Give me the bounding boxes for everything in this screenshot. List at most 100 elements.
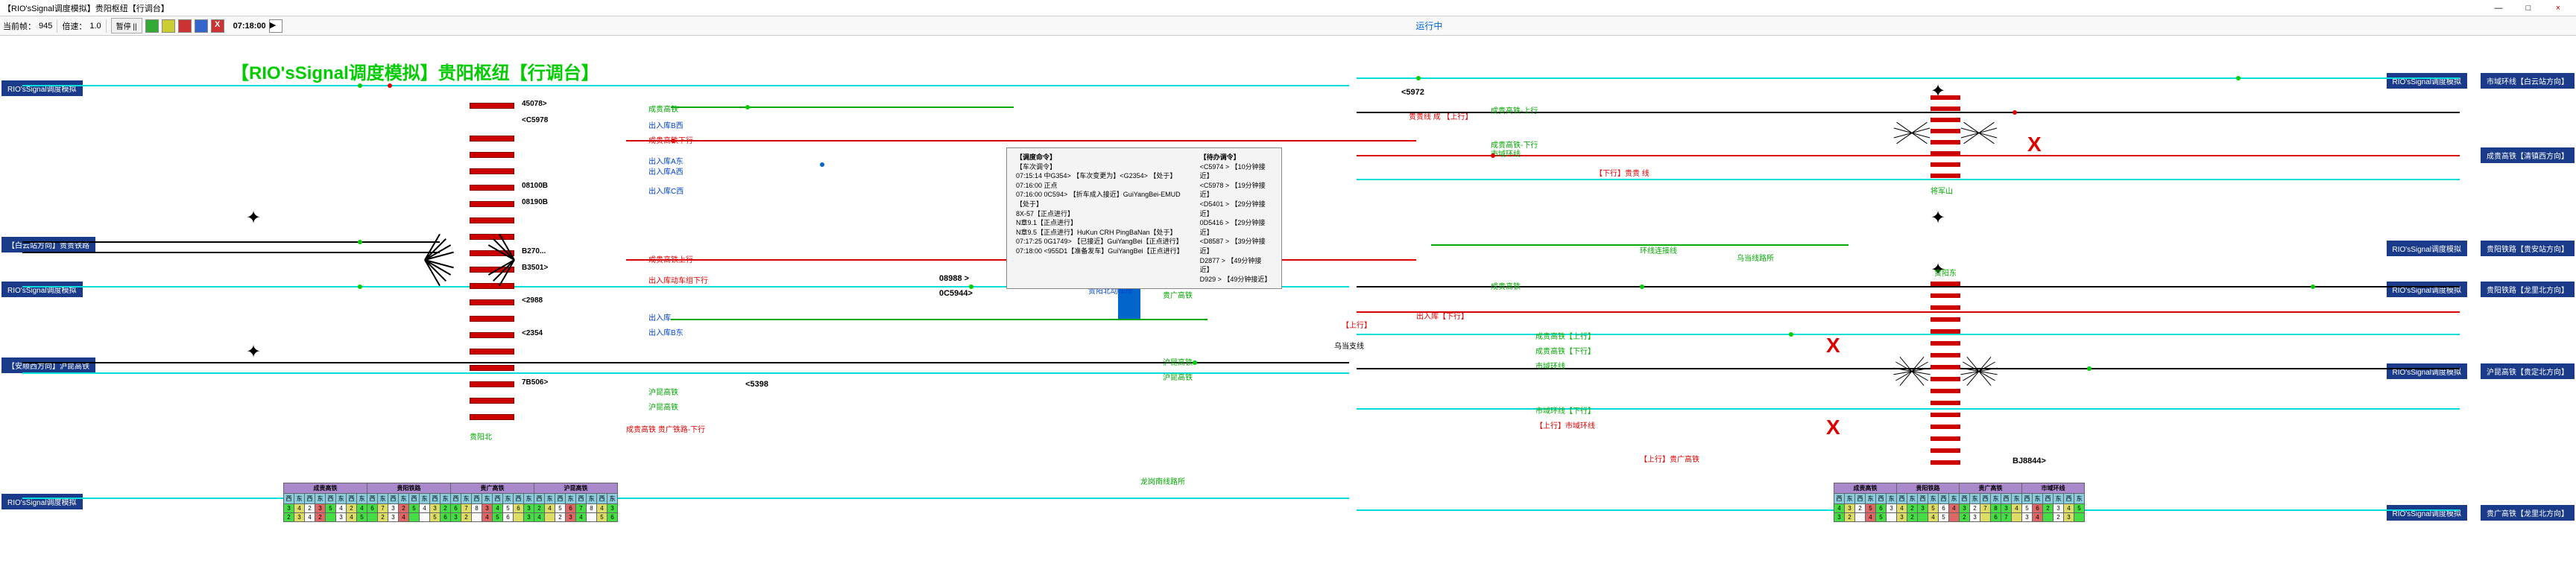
tool-red-icon[interactable]: X — [211, 19, 224, 33]
occ-cell: 7 — [576, 504, 587, 513]
signal-dot[interactable] — [358, 83, 362, 88]
signal-dot[interactable] — [1640, 285, 1644, 289]
occupancy-table-gyb[interactable]: 成贵高铁贵阳铁路贵广高铁沪昆高铁 西东西东西东西东西东西东西东西东西东西东西东西… — [283, 483, 618, 522]
track-label: 【上行】市域环线 — [1535, 419, 1595, 430]
track-label: 沪昆高铁 — [648, 401, 678, 412]
compass-icon — [246, 341, 268, 363]
occ-cell: 5 — [409, 504, 420, 513]
edge-box[interactable]: 市域环线【白云站方向】 — [2481, 73, 2575, 89]
signal-dot[interactable] — [2087, 366, 2092, 371]
status-link[interactable]: 运行中 — [285, 19, 2573, 32]
window-maximize-button[interactable]: □ — [2513, 1, 2543, 16]
window-close-button[interactable]: × — [2543, 1, 2573, 16]
edge-box[interactable]: RIO'sSignal调度模拟 — [1, 494, 83, 509]
occ-cell: 2 — [305, 504, 315, 513]
station-name-label: 贵阳东 — [1934, 267, 1957, 278]
signal-dot[interactable] — [969, 285, 973, 289]
edge-box[interactable]: 贵阳铁路【龙里北方向】 — [2481, 282, 2575, 297]
track-line — [22, 372, 1349, 374]
edge-box[interactable]: RIO'sSignal调度模拟 — [2387, 282, 2468, 297]
junction-jiangjunshan[interactable] — [1893, 80, 1998, 200]
edge-box[interactable]: RIO'sSignal调度模拟 — [1, 80, 83, 96]
signal-dot[interactable] — [358, 285, 362, 289]
signal-blue-icon[interactable] — [195, 19, 208, 33]
frame-label: 当前帧： — [3, 20, 36, 32]
edge-box[interactable]: RIO'sSignal调度模拟 — [1, 282, 83, 297]
edge-box[interactable]: 沪昆高铁【贵定北方向】 — [2481, 363, 2575, 379]
pause-button[interactable]: 暂停 || — [111, 18, 142, 34]
edge-box[interactable]: 贵阳铁路【贵安站方向】 — [2481, 241, 2575, 256]
signal-dot[interactable] — [358, 240, 362, 244]
occ-cell — [472, 513, 482, 522]
panel-line: D929 > 【49分钟接近】 — [1200, 276, 1272, 283]
station-throat-guiyangdong[interactable] — [1893, 274, 1998, 483]
occ-cell: 3 — [451, 513, 461, 522]
occ-cell: 3 — [2053, 504, 2064, 513]
train-label: <5398 — [745, 380, 768, 389]
edge-box[interactable]: RIO'sSignal调度模拟 — [2387, 73, 2468, 89]
toolbar-separator — [106, 19, 107, 33]
signal-dot[interactable] — [1193, 360, 1197, 365]
edge-box[interactable]: RIO'sSignal调度模拟 — [2387, 363, 2468, 379]
signal-dot[interactable] — [388, 83, 392, 88]
toolbar: 当前帧： 945 倍速： 1.0 暂停 || X 07:18:00 ▶ 运行中 — [0, 16, 2576, 36]
station-throat-guiyangbei[interactable]: 45078> <C5978 08100B 08190B B270... B350… — [425, 103, 559, 416]
edge-box[interactable]: 成贵高铁【清镇西方向】 — [2481, 147, 2575, 163]
signal-yellow-icon[interactable] — [162, 19, 175, 33]
window-title: 【RIO'sSignal调度模拟】贵阳枢纽【行调台】 — [3, 2, 2484, 14]
occ-cell: 2 — [1855, 504, 1866, 513]
track-label: 市域环线 — [1491, 147, 1521, 159]
edge-box[interactable]: RIO'sSignal调度模拟 — [2387, 505, 2468, 521]
track-line — [22, 498, 1349, 499]
track-label: 【上行】贵广高铁 — [1640, 453, 1699, 464]
play-icon[interactable]: ▶ — [269, 19, 282, 33]
occupancy-table-gyd[interactable]: 成贵高铁贵阳铁路贵广高铁市域环线 西东西东西东西东西东西东西东西东西东西东西东西… — [1834, 483, 2085, 522]
signal-dot[interactable] — [820, 162, 824, 167]
panel-line: 8X-57【正点进行】 — [1016, 210, 1074, 217]
occ-cell: 2 — [1970, 504, 1980, 513]
signal-red-icon[interactable] — [178, 19, 192, 33]
occ-cell: 5 — [1876, 513, 1887, 522]
track-line — [22, 241, 440, 243]
track-label: 沪昆高铁 — [1163, 371, 1193, 382]
signal-dot[interactable] — [745, 105, 750, 109]
train-label: 08190B — [522, 198, 548, 206]
frame-value: 945 — [39, 22, 52, 31]
edge-box[interactable]: 贵广高铁【龙里北方向】 — [2481, 505, 2575, 521]
track-label: 市域环线【下行】 — [1535, 404, 1595, 416]
occ-cell: 7 — [1980, 504, 1991, 513]
train-label: <2354 — [522, 329, 543, 337]
station-name-label: 将军山 — [1931, 185, 1953, 196]
occ-cell: 3 — [1834, 513, 1845, 522]
occ-cell: 3 — [566, 513, 576, 522]
signal-dot[interactable] — [1416, 76, 1421, 80]
panel-col2-title: 【待办调令】 — [1200, 153, 1240, 161]
occ-cell: 2 — [441, 504, 451, 513]
edge-box[interactable]: 【白云站方向】贵贵铁路 — [1, 237, 95, 252]
signal-dot[interactable] — [2311, 285, 2315, 289]
edge-box[interactable]: 【安顺西方向】沪昆高铁 — [1, 358, 95, 373]
edge-box[interactable]: RIO'sSignal调度模拟 — [2387, 241, 2468, 256]
occ-hdr: 贵阳铁路 — [1897, 483, 1960, 494]
occ-cell — [409, 513, 420, 522]
window-minimize-button[interactable]: — — [2484, 1, 2513, 16]
occ-cell: 3 — [430, 504, 441, 513]
occ-cell — [587, 513, 597, 522]
train-label: <2988 — [522, 296, 543, 305]
occ-cell — [2074, 513, 2085, 522]
occ-cell: 3 — [2022, 513, 2033, 522]
panel-line: D2877 > 【49分钟接近】 — [1200, 257, 1262, 274]
signal-green-icon[interactable] — [145, 19, 159, 33]
signal-dot[interactable] — [1789, 332, 1793, 337]
occ-hdr: 贵广高铁 — [451, 483, 534, 494]
signal-dot[interactable] — [2236, 76, 2241, 80]
signal-dot[interactable] — [2012, 110, 2017, 115]
signal-dot[interactable] — [671, 139, 675, 143]
occ-cell: 6 — [1991, 513, 2001, 522]
occ-cell: 7 — [378, 504, 388, 513]
occ-cell: 4 — [597, 504, 607, 513]
track-diagram-canvas[interactable]: 【RIO'sSignal调度模拟】贵阳枢纽【行调台】 RIO'sSignal调度… — [0, 36, 2576, 572]
dispatch-info-panel[interactable]: 【调度命令】 【车次调令】 07:15:14 中G354> 【车次变更为】<G2… — [1006, 147, 1282, 289]
signal-dot[interactable] — [1491, 153, 1495, 158]
occ-cell: 5 — [555, 504, 566, 513]
